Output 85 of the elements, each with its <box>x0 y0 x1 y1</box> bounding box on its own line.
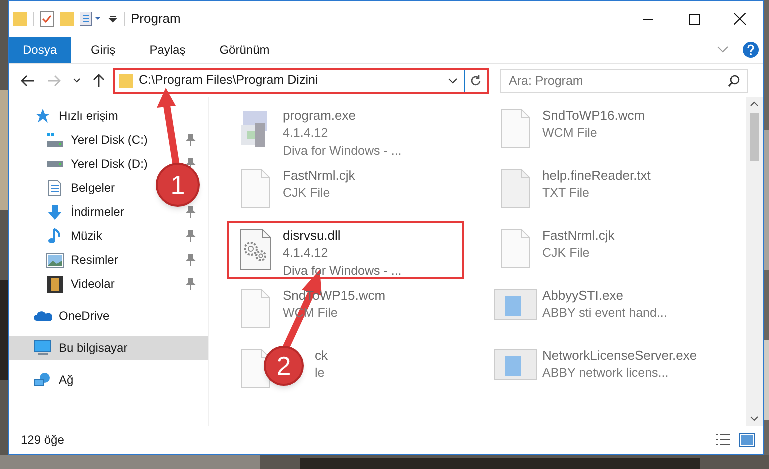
file-name: SndToWP16.wcm <box>542 107 646 124</box>
ribbon-tab[interactable]: Giriş <box>77 37 130 63</box>
nav-item[interactable]: İndirmeler <box>45 203 124 221</box>
pin-icon[interactable] <box>186 278 196 290</box>
chevron-down-icon[interactable] <box>448 78 458 84</box>
maximize-icon <box>688 14 700 24</box>
search-field[interactable]: Ara: Program <box>500 68 748 92</box>
document-icon <box>500 229 530 269</box>
nav-item[interactable]: Ağ <box>33 371 74 389</box>
nav-item[interactable]: Videolar <box>45 275 115 293</box>
nav-item[interactable]: Müzik <box>45 227 102 245</box>
dropdown-icon[interactable] <box>108 14 118 24</box>
folder-icon <box>119 72 133 88</box>
pin-icon[interactable] <box>186 254 196 266</box>
file-item[interactable]: disrvsu.dll 4.1.4.12 Diva for Windows - ... <box>227 221 464 279</box>
document-icon <box>241 289 271 329</box>
file-name: program.exe <box>283 107 357 124</box>
scroll-thumb[interactable] <box>750 113 759 161</box>
close-icon <box>734 13 746 25</box>
window-icon <box>494 349 538 381</box>
file-name: NetworkLicenseServer.exe <box>542 347 698 364</box>
file-detail: 4.1.4.12 <box>283 245 330 262</box>
file-detail: WCM File <box>542 125 598 142</box>
file-detail: 4.1.4.12 <box>283 125 330 142</box>
up-arrow-icon[interactable] <box>93 74 105 88</box>
chevron-down-icon[interactable] <box>750 416 759 422</box>
network-icon <box>34 372 52 388</box>
window-title: Program <box>131 10 181 28</box>
pin-icon[interactable] <box>186 206 196 218</box>
nav-item[interactable]: Belgeler <box>45 179 116 197</box>
file-detail: CJK File <box>283 185 332 202</box>
file-name: FastNrml.cjk <box>542 227 615 244</box>
chevron-down-icon[interactable] <box>73 78 81 84</box>
nav-item[interactable]: OneDrive <box>33 307 110 325</box>
drive-icon <box>46 133 64 147</box>
file-name: ck <box>315 347 328 364</box>
help-icon[interactable] <box>743 42 759 58</box>
chevron-up-icon[interactable] <box>750 101 759 107</box>
file-detail: TXT File <box>542 185 590 202</box>
refresh-icon <box>470 74 482 86</box>
down-arrow-icon <box>47 204 63 220</box>
nav-item[interactable]: Bu bilgisayar <box>33 339 128 357</box>
nav-item[interactable]: Resimler <box>45 251 118 269</box>
file-detail: le <box>315 365 326 382</box>
ribbon-tab[interactable]: Dosya <box>9 37 72 63</box>
pin-icon[interactable] <box>186 134 196 146</box>
file-detail: CJK File <box>542 245 591 262</box>
drive-icon <box>46 161 64 167</box>
properties-icon[interactable] <box>80 12 102 26</box>
file-name: help.fineReader.txt <box>542 167 651 184</box>
file-detail: ABBY sti event hand... <box>542 305 668 322</box>
ribbon-tab[interactable]: Paylaş <box>136 37 200 63</box>
nav-item[interactable]: Yerel Disk (C:) <box>45 131 148 149</box>
ribbon-tab[interactable]: Görünüm <box>206 37 284 63</box>
file-detail: Diva for Windows - ... <box>283 263 402 280</box>
file-name: FastNrml.cjk <box>283 167 356 184</box>
nav-item[interactable]: Yerel Disk (D:) <box>45 155 148 173</box>
picture-icon <box>46 252 64 268</box>
checklist-icon[interactable] <box>40 11 54 27</box>
monitor-icon <box>34 340 52 356</box>
pin-icon[interactable] <box>186 230 196 242</box>
minimize-icon <box>643 18 653 20</box>
large-icons-view-icon[interactable] <box>739 433 755 447</box>
scrollbar[interactable] <box>746 97 763 426</box>
film-icon <box>47 276 63 292</box>
file-name: disrvsu.dll <box>283 227 342 244</box>
music-note-icon <box>48 228 62 244</box>
document-icon <box>500 169 530 209</box>
gear-document-icon <box>240 229 272 271</box>
pin-icon[interactable] <box>186 158 196 170</box>
file-detail: ABBY network licens... <box>542 365 670 382</box>
back-arrow-icon[interactable] <box>21 74 35 86</box>
details-view-icon[interactable] <box>715 433 731 447</box>
document-icon <box>241 169 271 209</box>
file-name: AbbyySTI.exe <box>542 287 624 304</box>
cloud-icon <box>34 310 52 322</box>
file-detail: Diva for Windows - ... <box>283 143 402 160</box>
star-icon <box>35 108 51 124</box>
search-icon <box>728 74 740 86</box>
window-icon <box>494 289 538 321</box>
document-icon <box>48 180 62 196</box>
address-field[interactable]: C:\Program Files\Program Dizini <box>115 70 465 92</box>
item-count: 129 öğe <box>21 432 64 449</box>
nav-item[interactable]: Hızlı erişim <box>33 107 118 125</box>
document-icon <box>500 109 530 149</box>
